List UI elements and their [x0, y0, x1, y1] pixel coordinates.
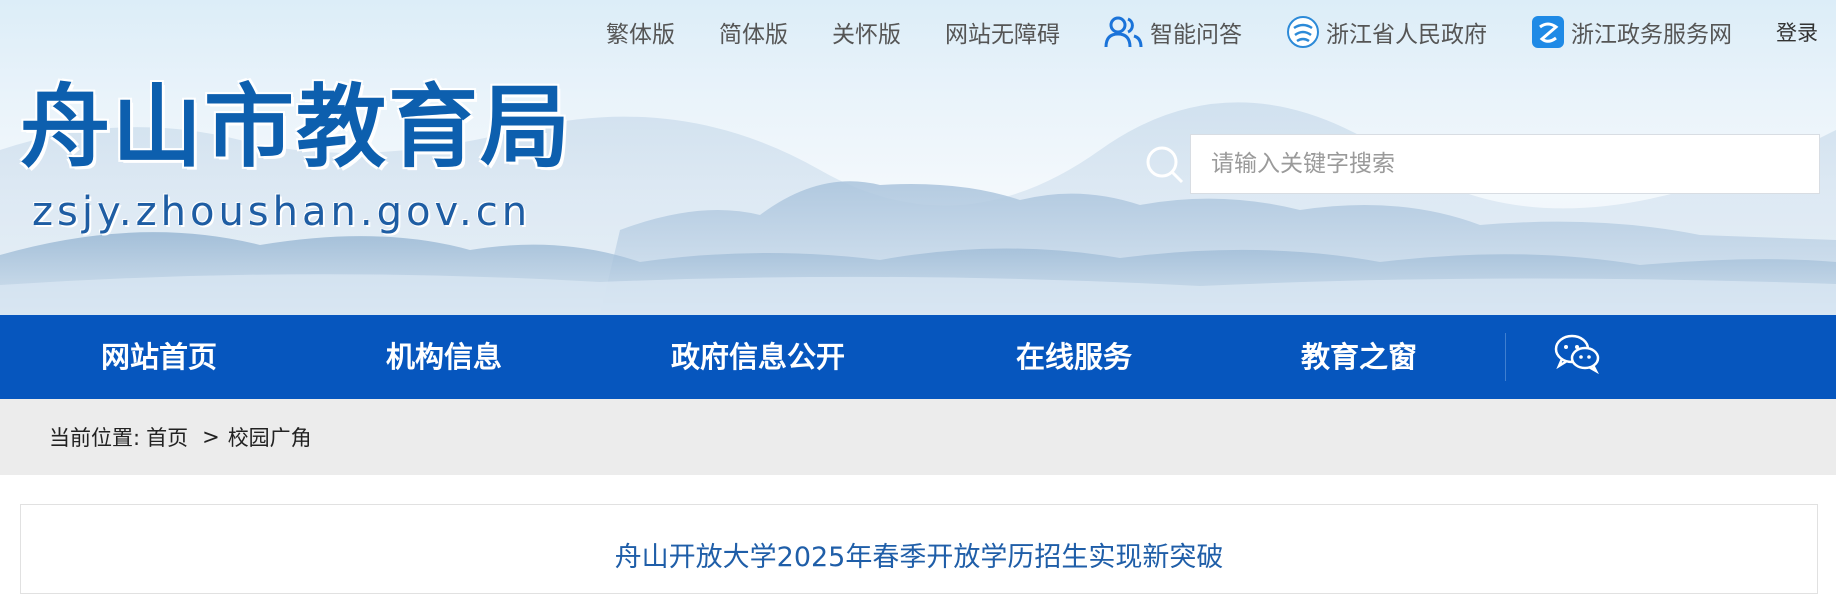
traditional-version-link[interactable]: 繁体版: [606, 15, 675, 49]
breadcrumb-label: 当前位置:: [49, 426, 141, 450]
main-nav: 网站首页 机构信息 政府信息公开 在线服务 教育之窗: [0, 315, 1836, 399]
users-icon: [1104, 15, 1144, 49]
smart-qa-link[interactable]: 智能问答: [1104, 15, 1242, 49]
login-link[interactable]: 登录: [1776, 17, 1818, 47]
search-input[interactable]: [1190, 134, 1820, 194]
zhejiang-gov-label: 浙江省人民政府: [1326, 22, 1487, 48]
wechat-icon[interactable]: [1553, 333, 1601, 379]
site-domain: zsjy.zhoushan.gov.cn: [32, 189, 532, 235]
nav-item-home[interactable]: 网站首页: [101, 315, 217, 399]
top-utility-bar: 繁体版 简体版 关怀版 网站无障碍 智能问答 浙江省人民政府 浙江政务服务网 登…: [606, 12, 1818, 52]
breadcrumb-home-link[interactable]: 首页: [146, 422, 188, 452]
simplified-version-link[interactable]: 简体版: [719, 15, 788, 49]
breadcrumb-current-link[interactable]: 校园广角: [228, 422, 312, 452]
nav-item-gov-info[interactable]: 政府信息公开: [671, 315, 845, 399]
breadcrumb-separator: >: [202, 425, 220, 449]
search-icon[interactable]: [1144, 144, 1186, 190]
site-title: 舟山市教育局: [20, 74, 572, 180]
zhejiang-service-logo-icon: [1531, 15, 1565, 49]
nav-item-education-window[interactable]: 教育之窗: [1301, 315, 1417, 399]
zhejiang-gov-link[interactable]: 浙江省人民政府: [1286, 15, 1487, 49]
care-version-link[interactable]: 关怀版: [832, 15, 901, 49]
article-panel: 舟山开放大学2025年春季开放学历招生实现新突破: [20, 504, 1818, 594]
accessibility-link[interactable]: 网站无障碍: [945, 15, 1060, 49]
smart-qa-label: 智能问答: [1150, 22, 1242, 48]
zhejiang-service-link[interactable]: 浙江政务服务网: [1531, 15, 1732, 49]
nav-divider: [1505, 333, 1506, 381]
nav-item-online-service[interactable]: 在线服务: [1016, 315, 1132, 399]
zhejiang-service-label: 浙江政务服务网: [1571, 22, 1732, 48]
nav-item-organization[interactable]: 机构信息: [386, 315, 502, 399]
site-header: 繁体版 简体版 关怀版 网站无障碍 智能问答 浙江省人民政府 浙江政务服务网 登…: [0, 0, 1836, 315]
zhejiang-gov-emblem-icon: [1286, 15, 1320, 49]
article-title: 舟山开放大学2025年春季开放学历招生实现新突破: [614, 542, 1224, 573]
breadcrumb: 当前位置: 首页 > 校园广角: [0, 399, 1836, 475]
